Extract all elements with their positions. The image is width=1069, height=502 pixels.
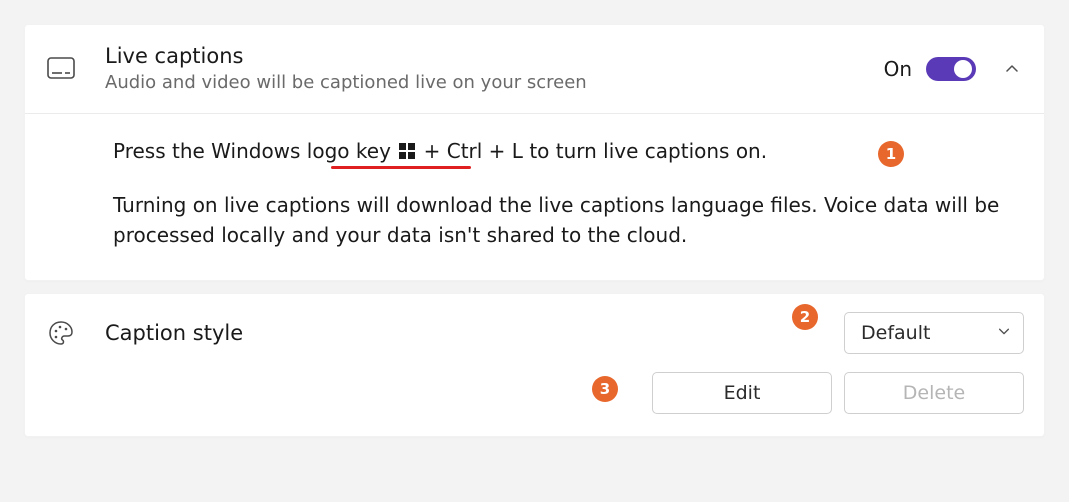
- caption-style-select[interactable]: Default: [844, 312, 1024, 354]
- annotation-underline: [331, 166, 471, 169]
- help-suffix: to turn live captions on.: [529, 139, 767, 163]
- settings-section: 1 Live captions Audio and video will be …: [0, 0, 1069, 473]
- shortcut-instruction: Press the Windows logo key + Ctrl + L to…: [113, 136, 767, 166]
- live-captions-subtitle: Audio and video will be captioned live o…: [105, 71, 884, 94]
- annotation-badge-1: 1: [878, 141, 904, 167]
- annotation-badge-3: 3: [592, 376, 618, 402]
- live-captions-note: Turning on live captions will download t…: [113, 190, 1016, 250]
- toggle-state-label: On: [884, 57, 912, 81]
- chevron-up-icon[interactable]: [1000, 57, 1024, 81]
- live-captions-header[interactable]: Live captions Audio and video will be ca…: [25, 25, 1044, 113]
- help-prefix: Press the Windows logo key: [113, 139, 397, 163]
- caption-style-selected: Default: [861, 322, 930, 344]
- chevron-down-icon: [997, 323, 1011, 342]
- live-captions-body: Press the Windows logo key + Ctrl + L to…: [25, 114, 1044, 280]
- palette-icon: [45, 319, 105, 347]
- captions-icon: [45, 57, 105, 81]
- live-captions-title: Live captions: [105, 43, 884, 69]
- help-shortcut: + Ctrl + L: [424, 139, 523, 163]
- caption-style-card: 2 3 Caption style Default Edi: [24, 293, 1045, 437]
- annotation-badge-2: 2: [792, 304, 818, 330]
- live-captions-toggle[interactable]: [926, 57, 976, 81]
- live-captions-card: 1 Live captions Audio and video will be …: [24, 24, 1045, 281]
- delete-button: Delete: [844, 372, 1024, 414]
- windows-logo-icon: [399, 143, 415, 159]
- caption-style-label: Caption style: [105, 321, 243, 345]
- edit-button[interactable]: Edit: [652, 372, 832, 414]
